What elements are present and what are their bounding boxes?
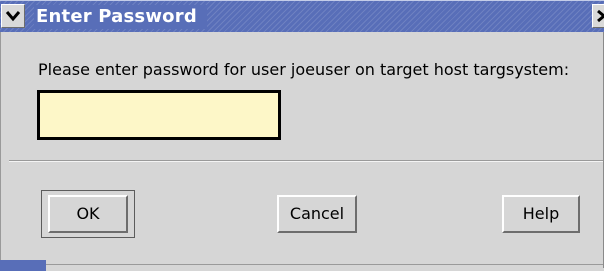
- window-left-border: [0, 32, 9, 260]
- window-title: Enter Password: [34, 5, 207, 29]
- window-menu-button[interactable]: [1, 4, 25, 28]
- separator: [9, 160, 603, 162]
- password-input[interactable]: [37, 90, 281, 140]
- window-bottom-edge: [46, 264, 604, 265]
- cancel-button[interactable]: Cancel: [277, 195, 357, 233]
- window-resize-corner[interactable]: [0, 260, 46, 271]
- chevron-down-icon: [5, 11, 21, 22]
- outside-area: [604, 0, 614, 271]
- password-prompt-label: Please enter password for user joeuser o…: [38, 60, 570, 79]
- password-dialog-window: Enter Password Please enter password for…: [0, 0, 614, 271]
- window-right-border: [603, 32, 604, 268]
- ok-button[interactable]: OK: [48, 195, 128, 233]
- title-bar[interactable]: Enter Password: [0, 0, 614, 32]
- window-bottom-border[interactable]: [0, 260, 604, 271]
- help-button[interactable]: Help: [502, 195, 580, 233]
